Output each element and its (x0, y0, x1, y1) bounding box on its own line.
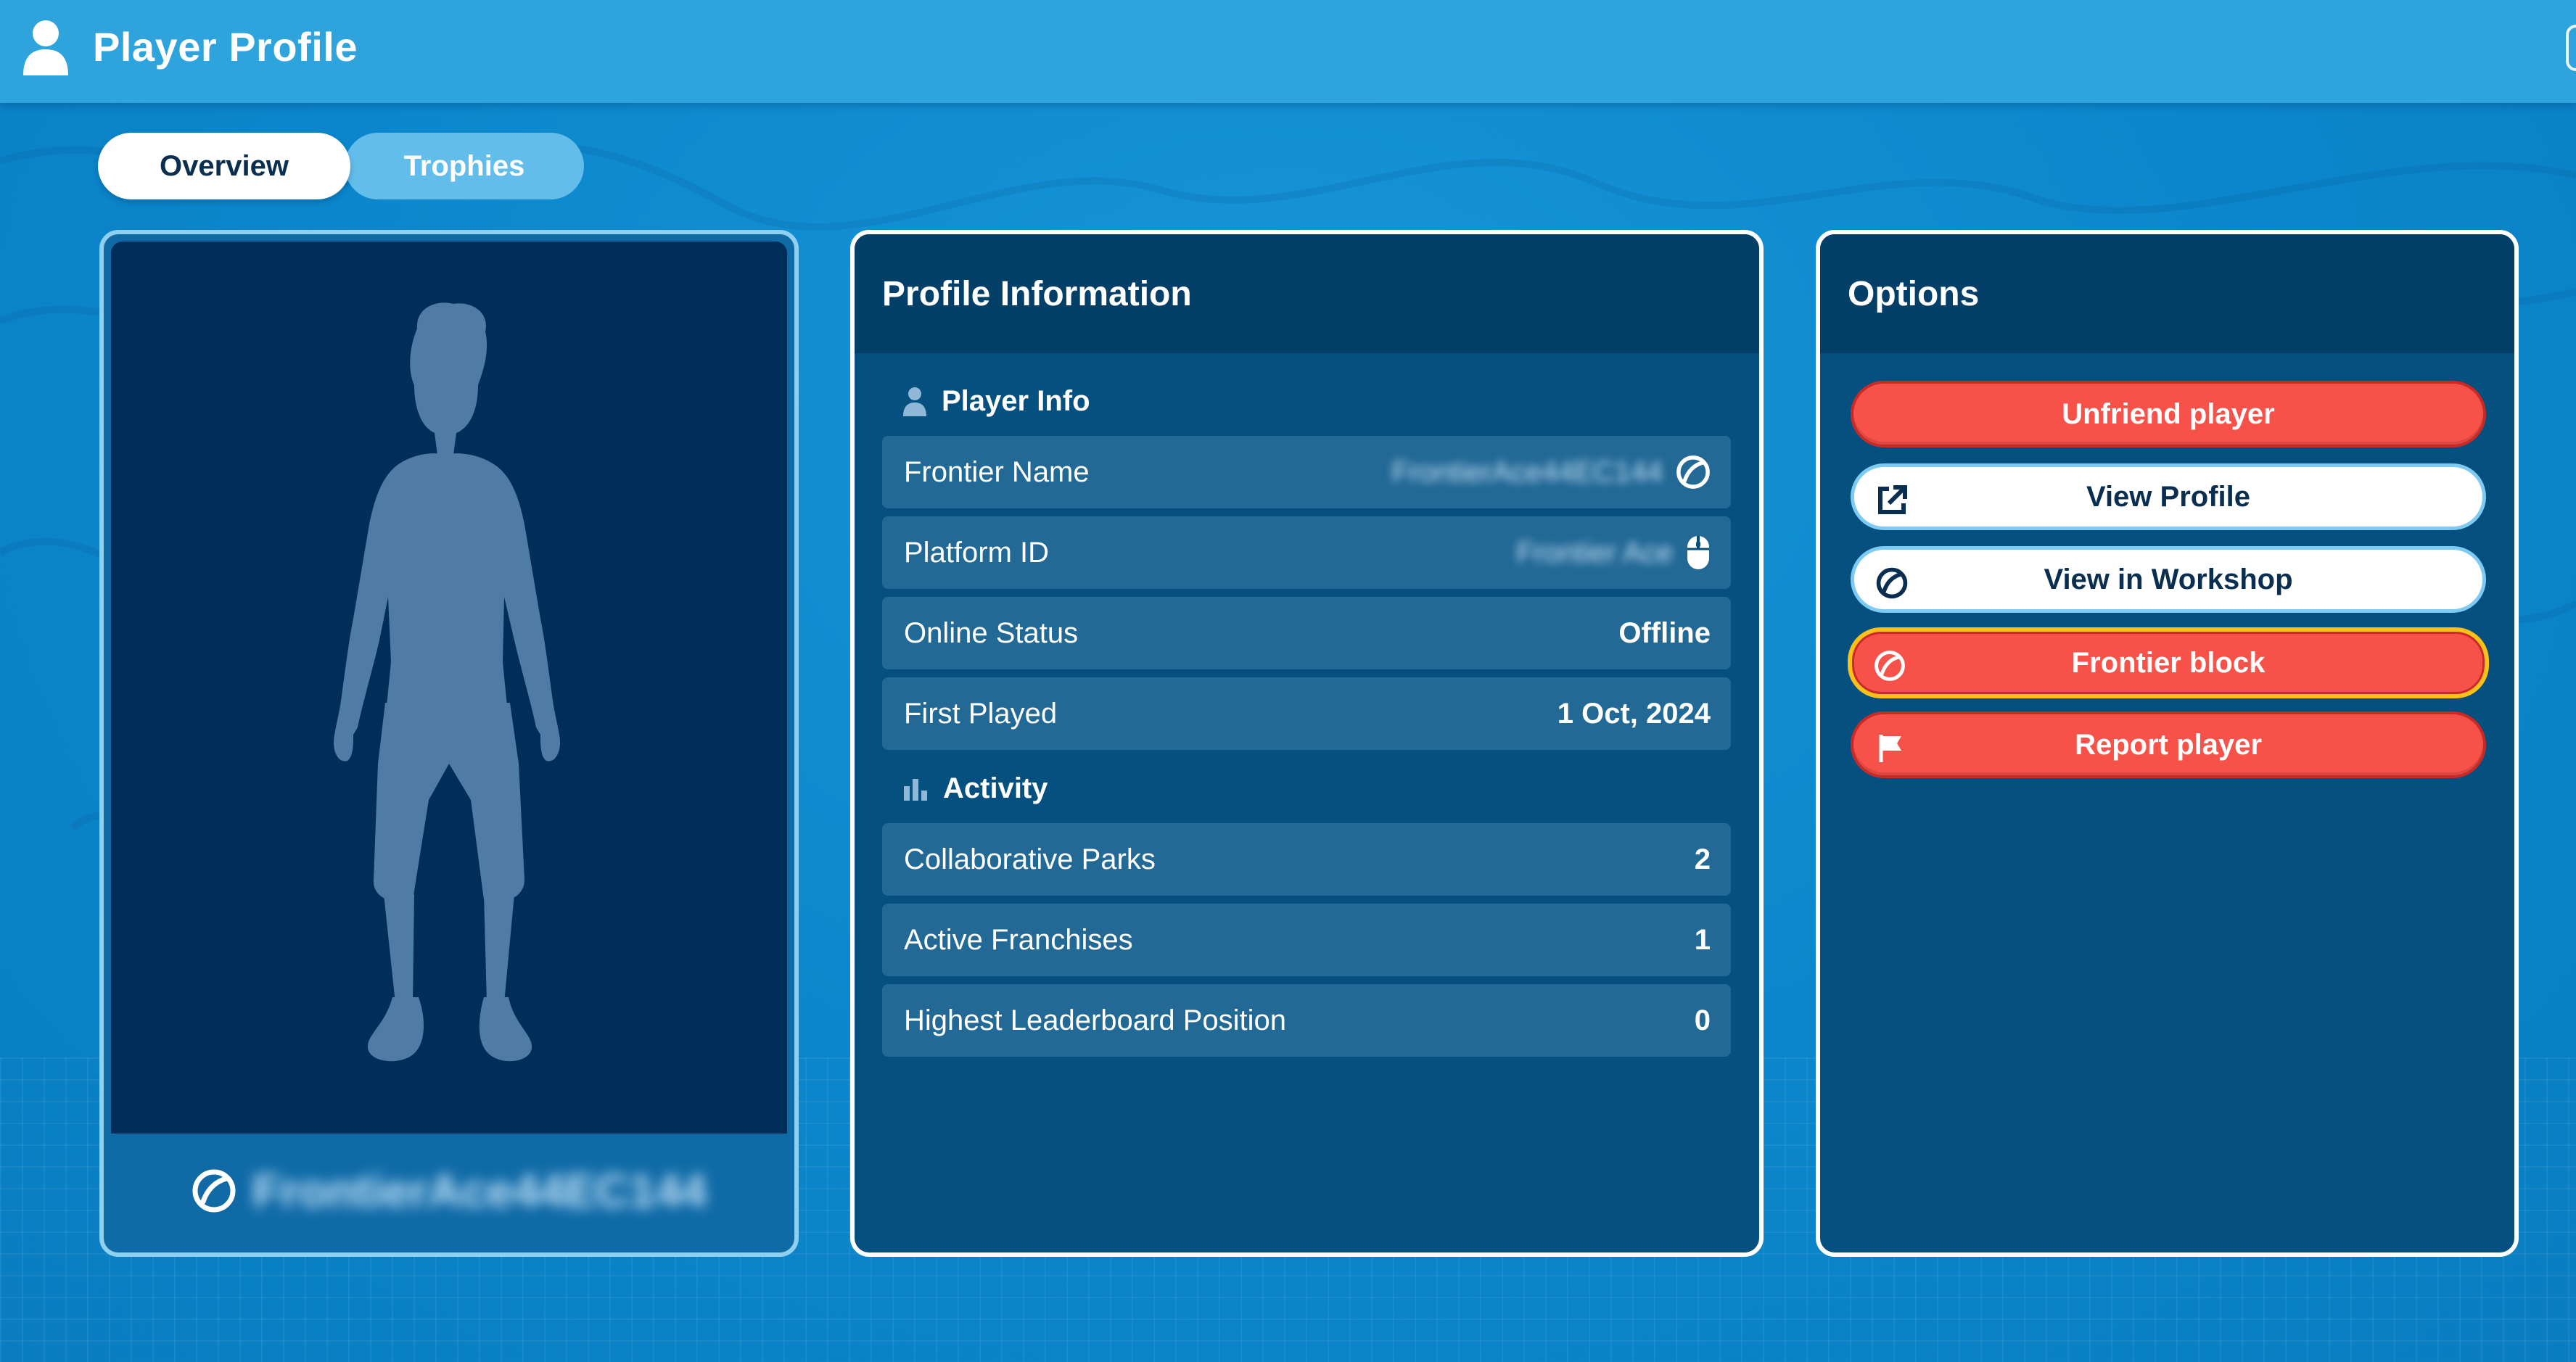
activity-heading: Activity (902, 772, 1048, 805)
platform-id-value: Frontier Ace (1516, 536, 1673, 569)
window-edge-control (2566, 25, 2576, 71)
highest-leaderboard-value: 0 (1694, 1004, 1711, 1036)
player-info-title: Player Info (942, 385, 1090, 417)
profile-information-panel: Profile Information Player Info Frontier… (850, 230, 1764, 1257)
profile-information-title: Profile Information (855, 234, 1759, 353)
frontier-icon (1676, 455, 1710, 489)
row-label: Active Franchises (904, 923, 1133, 956)
activity-title: Activity (943, 772, 1048, 804)
page-title: Player Profile (93, 24, 358, 70)
row-label: Highest Leaderboard Position (904, 1004, 1287, 1036)
first-played-value: 1 Oct, 2024 (1557, 697, 1711, 730)
view-in-workshop-button[interactable]: View in Workshop (1851, 546, 2486, 613)
row-value: Frontier Ace (1516, 535, 1711, 571)
flag-icon (1879, 735, 1901, 762)
button-label: Report player (2075, 728, 2262, 761)
unfriend-player-button[interactable]: Unfriend player (1851, 381, 2486, 447)
button-label: Frontier block (2071, 646, 2266, 679)
activity-row-active-franchises: Active Franchises 1 (882, 904, 1731, 976)
options-title: Options (1820, 234, 2514, 353)
info-row-first-played: First Played 1 Oct, 2024 (882, 677, 1731, 750)
avatar-frame (111, 242, 787, 1134)
report-player-button[interactable]: Report player (1851, 711, 2486, 778)
info-row-platform-id: Platform ID Frontier Ace (882, 516, 1731, 589)
user-icon (903, 387, 926, 416)
online-status-value: Offline (1618, 616, 1711, 649)
top-bar: Player Profile (0, 0, 2576, 103)
user-icon (23, 20, 68, 75)
row-label: First Played (904, 697, 1058, 730)
row-value: FrontierAce44EC144 (1391, 455, 1711, 490)
frontier-icon (1876, 567, 1908, 599)
row-label: Collaborative Parks (904, 843, 1156, 875)
player-info-heading: Player Info (902, 385, 1090, 418)
activity-row-highest-leaderboard: Highest Leaderboard Position 0 (882, 984, 1731, 1057)
tab-trophies[interactable]: Trophies (345, 133, 584, 199)
row-label: Online Status (904, 616, 1079, 649)
external-link-icon (1878, 485, 1907, 514)
frontier-block-button[interactable]: Frontier block (1848, 627, 2489, 698)
avatar-silhouette (333, 302, 561, 1062)
activity-row-collaborative-parks: Collaborative Parks 2 (882, 823, 1731, 896)
button-label: View Profile (2086, 480, 2250, 513)
row-label: Frontier Name (904, 455, 1090, 488)
frontier-icon (1875, 651, 1905, 681)
button-label: Unfriend player (2062, 397, 2275, 430)
tab-overview[interactable]: Overview (98, 133, 350, 199)
active-franchises-value: 1 (1694, 923, 1711, 956)
avatar-card: FrontierAce44EC144 (99, 230, 799, 1257)
bar-chart-icon (904, 778, 927, 801)
info-row-online-status: Online Status Offline (882, 597, 1731, 669)
mouse-icon (1687, 536, 1709, 569)
row-label: Platform ID (904, 536, 1050, 569)
frontier-name-value: FrontierAce44EC144 (1391, 455, 1663, 488)
collaborative-parks-value: 2 (1694, 843, 1711, 875)
avatar-name-row: FrontierAce44EC144 (104, 1136, 794, 1245)
frontier-icon (192, 1169, 236, 1213)
info-row-frontier-name: Frontier Name FrontierAce44EC144 (882, 436, 1731, 508)
button-label: View in Workshop (2044, 563, 2293, 595)
view-profile-button[interactable]: View Profile (1851, 463, 2486, 530)
options-panel: Options Unfriend player View Profile Vie… (1816, 230, 2519, 1257)
tab-bar: Overview Trophies (98, 133, 584, 199)
avatar-player-name: FrontierAce44EC144 (252, 1165, 707, 1217)
